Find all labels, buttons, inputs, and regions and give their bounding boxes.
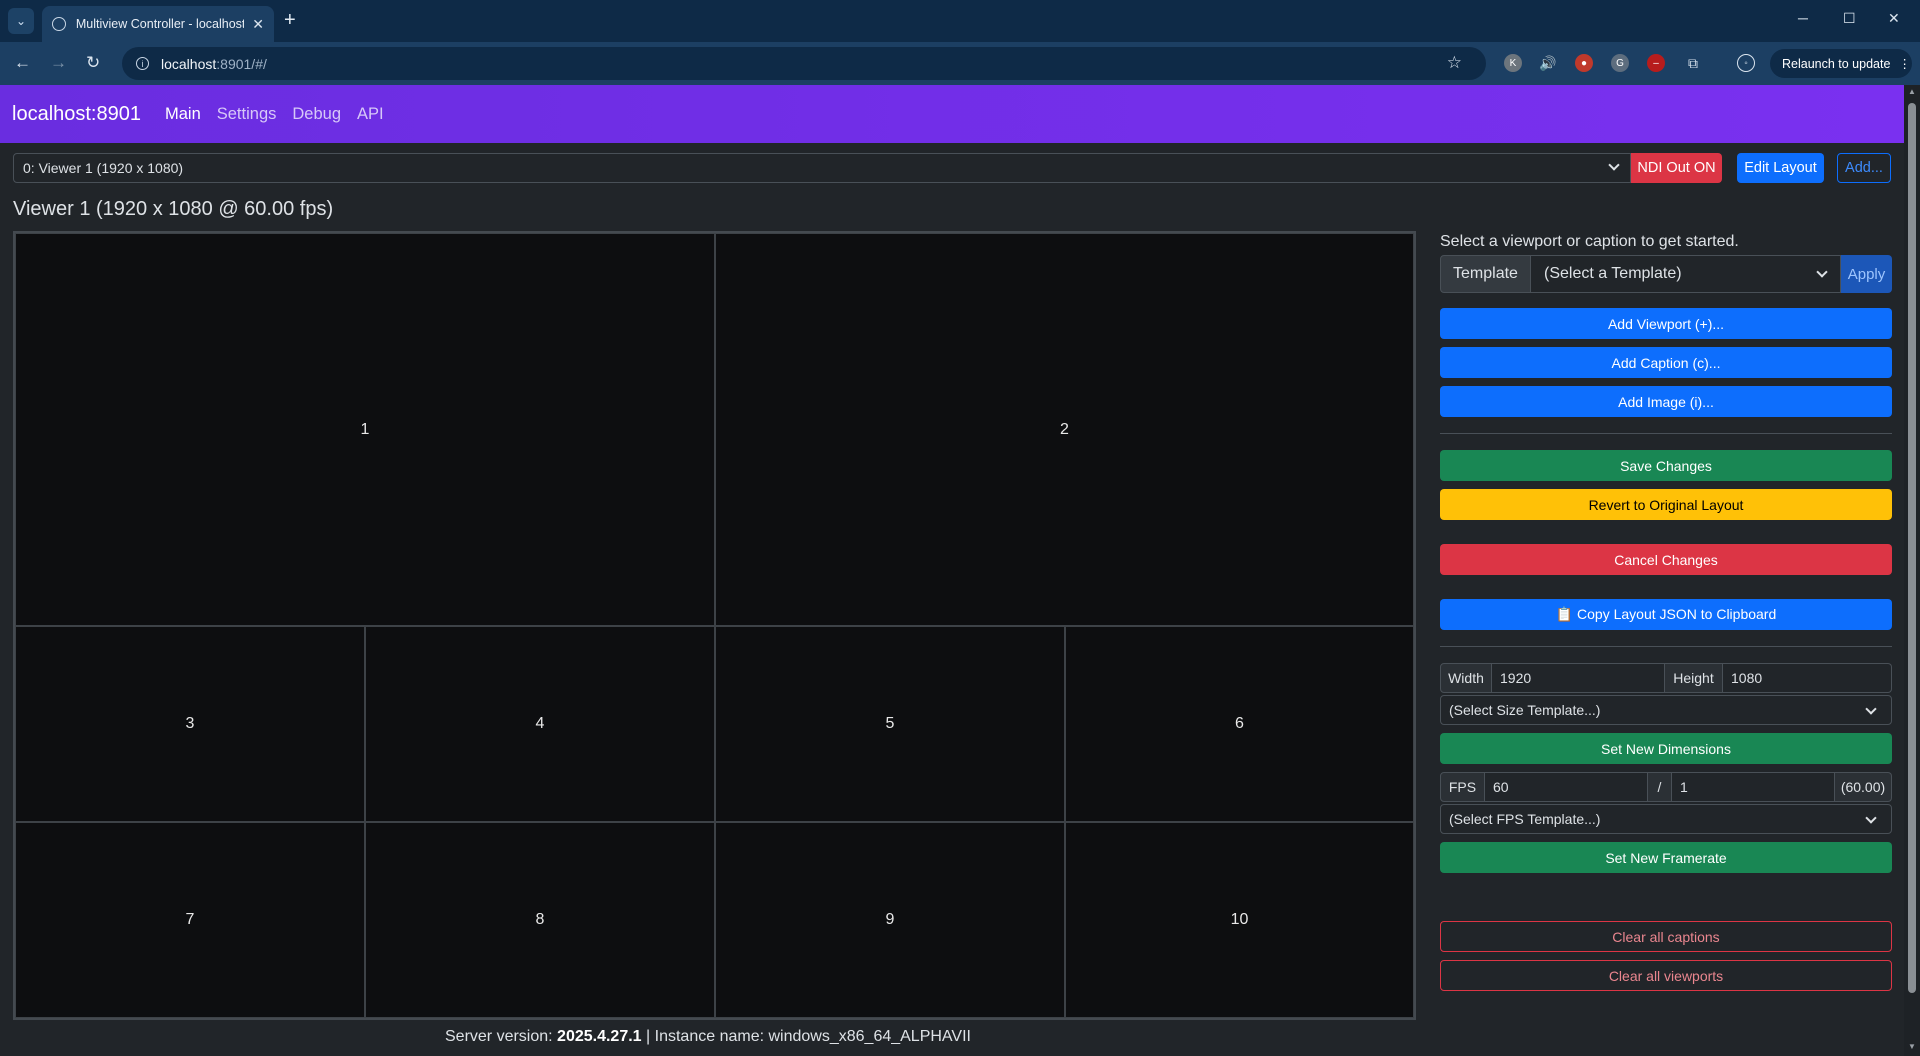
fps-template-value: (Select FPS Template...) [1449, 811, 1601, 827]
extension-block-icon[interactable]: – [1647, 54, 1665, 72]
chevron-down-icon [1865, 812, 1877, 824]
extensions-puzzle-icon[interactable]: ⧉ [1684, 54, 1702, 72]
dimensions-row: Width 1920 Height 1080 [1440, 663, 1892, 693]
scroll-down-icon[interactable]: ▼ [1908, 1042, 1916, 1051]
extension-record-icon[interactable]: ● [1575, 54, 1593, 72]
add-image-button[interactable]: Add Image (i)... [1440, 386, 1892, 417]
template-select[interactable]: (Select a Template) [1531, 255, 1841, 293]
close-tab-icon[interactable]: ✕ [252, 16, 264, 33]
fps-template-select[interactable]: (Select FPS Template...) [1440, 804, 1892, 834]
fps-computed: (60.00) [1835, 772, 1892, 802]
viewport-cell[interactable]: 10 [1065, 822, 1414, 1018]
clear-viewports-button[interactable]: Clear all viewports [1440, 960, 1892, 991]
template-select-value: (Select a Template) [1544, 265, 1682, 282]
set-framerate-button[interactable]: Set New Framerate [1440, 842, 1892, 873]
viewport-cell[interactable]: 6 [1065, 626, 1414, 822]
fps-numerator-input[interactable]: 60 [1485, 772, 1648, 802]
viewport-cell[interactable]: 1 [15, 233, 715, 626]
reload-icon[interactable]: ↻ [86, 53, 100, 73]
relaunch-button[interactable]: Relaunch to update ⋮ [1770, 49, 1912, 78]
extension-k-icon[interactable]: K [1504, 54, 1522, 72]
fps-separator: / [1648, 772, 1672, 802]
version-label: Server version: [445, 1028, 553, 1045]
size-template-value: (Select Size Template...) [1449, 702, 1601, 718]
page-scrollbar[interactable]: ▲ ▼ [1904, 85, 1920, 1056]
divider [1440, 433, 1892, 434]
viewer-select[interactable]: 0: Viewer 1 (1920 x 1080) [13, 153, 1631, 183]
nav-main[interactable]: Main [165, 105, 201, 124]
instance-label: | Instance name: [646, 1028, 765, 1045]
bookmark-star-icon[interactable]: ☆ [1447, 53, 1462, 73]
viewport-cell[interactable]: 8 [365, 822, 715, 1018]
divider [1440, 646, 1892, 647]
viewer-title: Viewer 1 (1920 x 1080 @ 60.00 fps) [13, 198, 334, 220]
more-menu-icon[interactable]: ⋮ [1898, 56, 1911, 71]
fps-label: FPS [1440, 772, 1485, 802]
viewport-cell[interactable]: 4 [365, 626, 715, 822]
close-window-icon[interactable]: ✕ [1888, 10, 1900, 27]
site-info-icon[interactable]: i [136, 57, 149, 70]
minimize-icon[interactable]: ─ [1798, 10, 1808, 26]
ndi-out-button[interactable]: NDI Out ON [1631, 153, 1722, 183]
extension-g-icon[interactable]: G [1611, 54, 1629, 72]
server-version: 2025.4.27.1 [557, 1028, 642, 1045]
url-host: localhost [161, 55, 217, 72]
new-tab-button[interactable]: + [284, 9, 296, 32]
relaunch-label: Relaunch to update [1782, 56, 1891, 71]
nav-settings[interactable]: Settings [217, 105, 277, 124]
tab-title: Multiview Controller - localhost:8901 [75, 17, 245, 31]
globe-icon [52, 17, 66, 31]
fps-row: FPS 60 / 1 (60.00) [1440, 772, 1892, 802]
maximize-icon[interactable]: ☐ [1843, 10, 1856, 27]
instance-name: windows_x86_64_ALPHAVII [768, 1028, 971, 1045]
browser-tab[interactable]: Multiview Controller - localhost:8901 ✕ [42, 6, 274, 42]
viewer-select-value: 0: Viewer 1 (1920 x 1080) [23, 160, 184, 176]
chevron-down-icon [1816, 266, 1828, 278]
layout-canvas[interactable]: 1 2 3 4 5 6 7 8 9 10 [13, 231, 1416, 1020]
height-label: Height [1665, 663, 1723, 693]
nav-debug[interactable]: Debug [292, 105, 341, 124]
apply-template-button[interactable]: Apply [1841, 255, 1892, 293]
add-viewer-button[interactable]: Add... [1837, 153, 1891, 183]
width-input[interactable]: 1920 [1492, 663, 1665, 693]
size-template-select[interactable]: (Select Size Template...) [1440, 695, 1892, 725]
nav-api[interactable]: API [357, 105, 384, 124]
save-changes-button[interactable]: Save Changes [1440, 450, 1892, 481]
set-dimensions-button[interactable]: Set New Dimensions [1440, 733, 1892, 764]
profile-icon[interactable]: ◦ [1737, 54, 1755, 72]
viewport-cell[interactable]: 7 [15, 822, 365, 1018]
fps-denominator-input[interactable]: 1 [1672, 772, 1835, 802]
app-navbar: localhost:8901 Main Settings Debug API [0, 85, 1904, 143]
edit-layout-button[interactable]: Edit Layout [1737, 153, 1824, 183]
speaker-icon[interactable]: 🔊 [1539, 54, 1557, 72]
chevron-down-icon [1865, 703, 1877, 715]
brand[interactable]: localhost:8901 [12, 103, 141, 126]
viewport-cell[interactable]: 5 [715, 626, 1065, 822]
tab-search-button[interactable]: ⌄ [8, 8, 34, 34]
width-label: Width [1440, 663, 1492, 693]
back-icon[interactable]: ← [14, 53, 31, 73]
height-input[interactable]: 1080 [1723, 663, 1892, 693]
url-path: :8901/#/ [216, 55, 267, 72]
viewport-cell[interactable]: 3 [15, 626, 365, 822]
scroll-thumb[interactable] [1908, 103, 1916, 993]
template-label: Template [1440, 255, 1531, 293]
browser-tabstrip: ⌄ Multiview Controller - localhost:8901 … [0, 0, 1920, 42]
add-caption-button[interactable]: Add Caption (c)... [1440, 347, 1892, 378]
clear-captions-button[interactable]: Clear all captions [1440, 921, 1892, 952]
viewport-cell[interactable]: 9 [715, 822, 1065, 1018]
cancel-changes-button[interactable]: Cancel Changes [1440, 544, 1892, 575]
scroll-up-icon[interactable]: ▲ [1908, 87, 1916, 96]
template-group: Template (Select a Template) Apply [1440, 255, 1892, 293]
chevron-down-icon [1608, 159, 1620, 171]
viewport-cell[interactable]: 2 [715, 233, 1414, 626]
forward-icon[interactable]: → [50, 53, 67, 73]
add-viewport-button[interactable]: Add Viewport (+)... [1440, 308, 1892, 339]
revert-layout-button[interactable]: Revert to Original Layout [1440, 489, 1892, 520]
address-bar[interactable]: i localhost:8901/#/ ☆ [122, 47, 1486, 80]
copy-layout-json-button[interactable]: 📋 Copy Layout JSON to Clipboard [1440, 599, 1892, 630]
side-hint: Select a viewport or caption to get star… [1440, 233, 1739, 250]
footer: Server version: 2025.4.27.1 | Instance n… [0, 1028, 1416, 1046]
browser-toolbar: ← → ↻ i localhost:8901/#/ ☆ K 🔊 ● G – ⧉ … [0, 42, 1920, 85]
